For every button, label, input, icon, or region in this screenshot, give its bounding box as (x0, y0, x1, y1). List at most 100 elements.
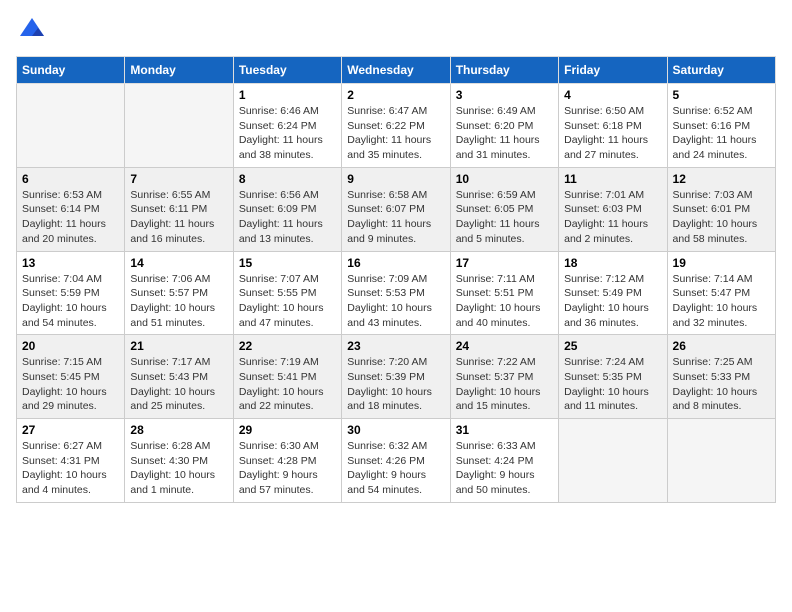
weekday-header-monday: Monday (125, 57, 233, 84)
weekday-header-row: SundayMondayTuesdayWednesdayThursdayFrid… (17, 57, 776, 84)
weekday-header-thursday: Thursday (450, 57, 558, 84)
day-number: 5 (673, 88, 770, 102)
calendar-day-cell: 24Sunrise: 7:22 AMSunset: 5:37 PMDayligh… (450, 335, 558, 419)
day-number: 31 (456, 423, 553, 437)
day-number: 15 (239, 256, 336, 270)
day-info: Sunrise: 7:20 AMSunset: 5:39 PMDaylight:… (347, 355, 444, 414)
weekday-header-friday: Friday (559, 57, 667, 84)
day-info: Sunrise: 7:22 AMSunset: 5:37 PMDaylight:… (456, 355, 553, 414)
day-info: Sunrise: 7:01 AMSunset: 6:03 PMDaylight:… (564, 188, 661, 247)
day-number: 18 (564, 256, 661, 270)
day-info: Sunrise: 7:03 AMSunset: 6:01 PMDaylight:… (673, 188, 770, 247)
calendar-day-cell: 13 Sunrise: 7:04 AMSunset: 5:59 PMDayligh… (17, 251, 125, 335)
day-info: Sunrise: 7:25 AMSunset: 5:33 PMDaylight:… (673, 355, 770, 414)
calendar-day-cell: 12 Sunrise: 7:03 AMSunset: 6:01 PMDayligh… (667, 167, 775, 251)
day-info: Sunrise: 6:47 AMSunset: 6:22 PMDaylight:… (347, 104, 444, 163)
calendar-day-cell: 6 Sunrise: 6:53 AMSunset: 6:14 PMDaylight… (17, 167, 125, 251)
weekday-header-tuesday: Tuesday (233, 57, 341, 84)
day-number: 22 (239, 339, 336, 353)
day-info: Sunrise: 6:28 AMSunset: 4:30 PMDaylight:… (130, 439, 227, 498)
calendar-week-row: 6 Sunrise: 6:53 AMSunset: 6:14 PMDaylight… (17, 167, 776, 251)
day-info: Sunrise: 7:14 AMSunset: 5:47 PMDaylight:… (673, 272, 770, 331)
calendar-day-cell: 19 Sunrise: 7:14 AMSunset: 5:47 PMDayligh… (667, 251, 775, 335)
day-info: Sunrise: 6:53 AMSunset: 6:14 PMDaylight:… (22, 188, 119, 247)
calendar-day-cell: 10 Sunrise: 6:59 AMSunset: 6:05 PMDayligh… (450, 167, 558, 251)
calendar-week-row: 13 Sunrise: 7:04 AMSunset: 5:59 PMDayligh… (17, 251, 776, 335)
day-info: Sunrise: 7:11 AMSunset: 5:51 PMDaylight:… (456, 272, 553, 331)
day-info: Sunrise: 7:09 AMSunset: 5:53 PMDaylight:… (347, 272, 444, 331)
calendar-day-cell: 7 Sunrise: 6:55 AMSunset: 6:11 PMDaylight… (125, 167, 233, 251)
logo (16, 16, 46, 44)
day-number: 13 (22, 256, 119, 270)
day-info: Sunrise: 6:46 AMSunset: 6:24 PMDaylight:… (239, 104, 336, 163)
calendar-week-row: 27 Sunrise: 6:27 AMSunset: 4:31 PMDayligh… (17, 419, 776, 503)
day-info: Sunrise: 7:07 AMSunset: 5:55 PMDaylight:… (239, 272, 336, 331)
day-info: Sunrise: 6:49 AMSunset: 6:20 PMDaylight:… (456, 104, 553, 163)
day-number: 19 (673, 256, 770, 270)
day-info: Sunrise: 6:52 AMSunset: 6:16 PMDaylight:… (673, 104, 770, 163)
calendar-day-cell (17, 84, 125, 168)
calendar-table: SundayMondayTuesdayWednesdayThursdayFrid… (16, 56, 776, 503)
calendar-day-cell: 26 Sunrise: 7:25 AMSunset: 5:33 PMDayligh… (667, 335, 775, 419)
calendar-day-cell: 25 Sunrise: 7:24 AMSunset: 5:35 PMDayligh… (559, 335, 667, 419)
calendar-day-cell: 20Sunrise: 7:15 AMSunset: 5:45 PMDayligh… (17, 335, 125, 419)
calendar-day-cell: 8 Sunrise: 6:56 AMSunset: 6:09 PMDaylight… (233, 167, 341, 251)
day-number: 7 (130, 172, 227, 186)
day-number: 10 (456, 172, 553, 186)
day-info: Sunrise: 6:56 AMSunset: 6:09 PMDaylight:… (239, 188, 336, 247)
calendar-day-cell: 4 Sunrise: 6:50 AMSunset: 6:18 PMDaylight… (559, 84, 667, 168)
day-number: 9 (347, 172, 444, 186)
day-info: Sunrise: 6:30 AMSunset: 4:28 PMDaylight:… (239, 439, 336, 498)
calendar-day-cell: 15 Sunrise: 7:07 AMSunset: 5:55 PMDayligh… (233, 251, 341, 335)
page-header (16, 16, 776, 44)
day-info: Sunrise: 7:19 AMSunset: 5:41 PMDaylight:… (239, 355, 336, 414)
day-number: 3 (456, 88, 553, 102)
calendar-day-cell: 23 Sunrise: 7:20 AMSunset: 5:39 PMDayligh… (342, 335, 450, 419)
day-info: Sunrise: 6:32 AMSunset: 4:26 PMDaylight:… (347, 439, 444, 498)
day-number: 30 (347, 423, 444, 437)
day-number: 4 (564, 88, 661, 102)
weekday-header-saturday: Saturday (667, 57, 775, 84)
day-number: 17 (456, 256, 553, 270)
day-number: 20 (22, 339, 119, 353)
day-number: 6 (22, 172, 119, 186)
calendar-day-cell: 29 Sunrise: 6:30 AMSunset: 4:28 PMDayligh… (233, 419, 341, 503)
calendar-day-cell: 22 Sunrise: 7:19 AMSunset: 5:41 PMDayligh… (233, 335, 341, 419)
day-number: 27 (22, 423, 119, 437)
day-number: 14 (130, 256, 227, 270)
day-info: Sunrise: 7:24 AMSunset: 5:35 PMDaylight:… (564, 355, 661, 414)
day-info: Sunrise: 6:58 AMSunset: 6:07 PMDaylight:… (347, 188, 444, 247)
day-number: 26 (673, 339, 770, 353)
calendar-day-cell (125, 84, 233, 168)
calendar-day-cell: 5 Sunrise: 6:52 AMSunset: 6:16 PMDaylight… (667, 84, 775, 168)
day-number: 29 (239, 423, 336, 437)
day-info: Sunrise: 6:50 AMSunset: 6:18 PMDaylight:… (564, 104, 661, 163)
day-info: Sunrise: 6:55 AMSunset: 6:11 PMDaylight:… (130, 188, 227, 247)
day-number: 16 (347, 256, 444, 270)
day-number: 2 (347, 88, 444, 102)
calendar-day-cell: 16 Sunrise: 7:09 AMSunset: 5:53 PMDayligh… (342, 251, 450, 335)
day-info: Sunrise: 6:27 AMSunset: 4:31 PMDaylight:… (22, 439, 119, 498)
day-number: 25 (564, 339, 661, 353)
day-info: Sunrise: 6:59 AMSunset: 6:05 PMDaylight:… (456, 188, 553, 247)
calendar-day-cell: 3 Sunrise: 6:49 AMSunset: 6:20 PMDaylight… (450, 84, 558, 168)
day-info: Sunrise: 7:06 AMSunset: 5:57 PMDaylight:… (130, 272, 227, 331)
calendar-day-cell: 1Sunrise: 6:46 AMSunset: 6:24 PMDaylight… (233, 84, 341, 168)
calendar-day-cell: 31Sunrise: 6:33 AMSunset: 4:24 PMDayligh… (450, 419, 558, 503)
day-info: Sunrise: 7:17 AMSunset: 5:43 PMDaylight:… (130, 355, 227, 414)
calendar-day-cell: 9 Sunrise: 6:58 AMSunset: 6:07 PMDaylight… (342, 167, 450, 251)
day-number: 12 (673, 172, 770, 186)
calendar-day-cell: 21Sunrise: 7:17 AMSunset: 5:43 PMDayligh… (125, 335, 233, 419)
calendar-day-cell: 11 Sunrise: 7:01 AMSunset: 6:03 PMDayligh… (559, 167, 667, 251)
calendar-day-cell: 27 Sunrise: 6:27 AMSunset: 4:31 PMDayligh… (17, 419, 125, 503)
logo-icon (18, 16, 46, 44)
day-number: 23 (347, 339, 444, 353)
calendar-day-cell (667, 419, 775, 503)
day-info: Sunrise: 7:04 AMSunset: 5:59 PMDaylight:… (22, 272, 119, 331)
calendar-day-cell: 18Sunrise: 7:12 AMSunset: 5:49 PMDayligh… (559, 251, 667, 335)
day-number: 8 (239, 172, 336, 186)
calendar-day-cell: 14 Sunrise: 7:06 AMSunset: 5:57 PMDayligh… (125, 251, 233, 335)
day-number: 28 (130, 423, 227, 437)
day-number: 11 (564, 172, 661, 186)
calendar-day-cell: 2 Sunrise: 6:47 AMSunset: 6:22 PMDaylight… (342, 84, 450, 168)
